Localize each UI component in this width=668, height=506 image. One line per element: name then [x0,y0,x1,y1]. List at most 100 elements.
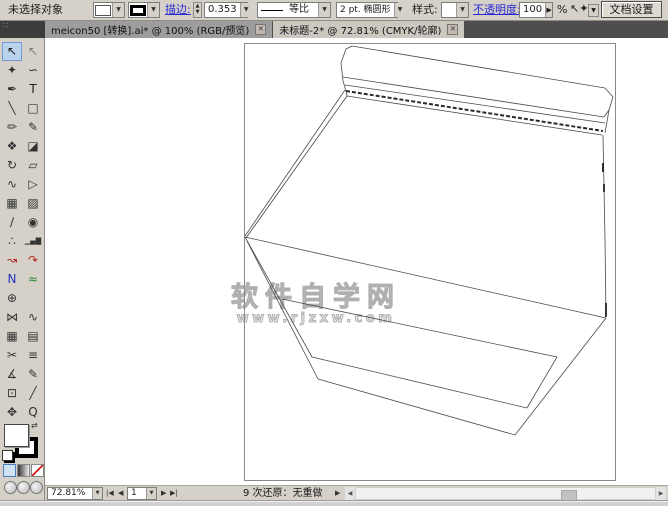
curve-plugin-tool[interactable]: ↷ [23,251,43,270]
style-dropdown[interactable]: ▼ [441,2,469,18]
gradient-mode-button[interactable] [17,464,30,477]
watermark-text: 软件自学网 [231,284,401,312]
swap-fill-stroke-icon[interactable]: ⇄ [31,421,38,430]
stroke-profile-preview-icon [261,10,283,11]
blend-tool[interactable]: ◉ [23,213,43,232]
measure-tool[interactable]: ∡ [2,365,22,384]
default-fill-stroke-icon[interactable] [2,450,13,461]
stroke-color-dropdown[interactable]: ▼ [128,2,160,18]
chevron-down-icon: ▼ [240,3,252,17]
eraser-tool[interactable]: ◪ [23,137,43,156]
column-list-tool[interactable]: ≡ [23,346,43,365]
reshape-plugin-tool[interactable]: ↝ [2,251,22,270]
paintbrush-tool[interactable]: ✏ [2,118,22,137]
fill-indicator[interactable] [4,424,29,447]
brush-dropdown[interactable]: 2 pt. 椭圆形 ▼ [336,2,398,18]
knife-tool[interactable]: ╱ [23,384,43,403]
scissors-tool[interactable]: ✂ [2,346,22,365]
warp-tool[interactable]: ∿ [23,308,43,327]
select-similar-icon[interactable]: ↖✦ [570,2,588,16]
opacity-value: 100 [520,3,545,17]
wireframe-segment [603,135,606,317]
gradient-tool[interactable]: ▨ [23,194,43,213]
blob-brush-tool[interactable]: ❖ [2,137,22,156]
first-artboard-icon[interactable]: |◀ [106,487,114,500]
select-similar-dropdown[interactable]: ▼ [588,4,599,17]
symbol-sprayer-tool[interactable]: ∴ [2,232,22,251]
scroll-left-icon[interactable]: ◀ [345,487,355,500]
scale-tool[interactable]: ▱ [23,156,43,175]
spinner-down-icon[interactable]: ▼ [194,9,201,15]
wireframe-segment [346,91,603,131]
last-artboard-icon[interactable]: ▶| [170,487,178,500]
status-menu-icon[interactable]: ▶ [335,487,340,500]
pen-tool[interactable]: ✒ [2,80,22,99]
canvas[interactable]: 软件自学网 www.rjzxw.com [45,38,668,485]
next-artboard-icon[interactable]: ▶ [161,487,166,500]
spinner-right-icon[interactable]: ▶ [545,3,552,17]
eyedropper-tool[interactable]: ∕ [2,213,22,232]
free-transform-tool[interactable]: ▷ [23,175,43,194]
artboard-border [245,44,616,481]
wireframe-segment [604,88,613,117]
toolbox-panel-header[interactable]: ∷ [0,21,45,38]
chevron-down-icon: ▼ [147,3,159,17]
stroke-profile-dropdown[interactable]: 等比 ▼ [257,2,331,18]
fill-swatch-icon [95,5,111,16]
artboard-number-value: 1 [128,487,140,500]
close-icon[interactable]: ✕ [447,24,458,35]
hand-tool[interactable]: ✥ [2,403,22,422]
document-setup-button[interactable]: 文档设置 [601,1,662,18]
zoom-tool[interactable]: Q [23,403,43,422]
fill-color-dropdown[interactable]: ▼ [93,2,125,18]
artboard-number-combobox[interactable]: 1 ▼ [127,487,157,500]
envelope-tool[interactable]: ⋈ [2,308,22,327]
watermark-url: www.rjzxw.com [231,312,401,326]
wireframe-segment [345,85,605,123]
status-bar: 72.81% ▼ |◀ ◀ 1 ▼ ▶ ▶| 9 次还原：无重做 ▶ ◀ ▶ [45,485,668,500]
stroke-weight-combobox[interactable]: 0.353 ▼ [204,2,248,18]
graph-tool[interactable]: ▁▄▇ [23,232,43,251]
live-paint-tool[interactable]: ✎ [23,365,43,384]
zoom-level-combobox[interactable]: 72.81% ▼ [47,487,103,500]
document-tab-untitled2[interactable]: 未标题-2* @ 72.81% (CMYK/轮廓) ✕ [273,21,464,38]
artboard-tool[interactable]: ⊕ [2,289,22,308]
opacity-panel-link[interactable]: 不透明度: [473,3,521,17]
stroke-weight-stepper[interactable]: ▲ ▼ [193,2,202,18]
wireframe-segment [245,90,345,236]
control-bar: 未选择对象 ▼ ▼ 描边: ▲ ▼ 0.353 ▼ 等比 ▼ 2 pt. 椭圆形… [0,0,668,21]
chevron-down-icon: ▼ [112,3,124,17]
width-tool[interactable]: ∿ [2,175,22,194]
print-tiling-tool[interactable]: ▤ [23,327,43,346]
wave-plugin-tool[interactable]: ≈ [23,270,43,289]
line-segment-tool[interactable]: ╲ [2,99,22,118]
close-icon[interactable]: ✕ [255,24,266,35]
previous-artboard-icon[interactable]: ◀ [118,487,123,500]
scroll-right-icon[interactable]: ▶ [656,487,666,500]
rotate-tool[interactable]: ↻ [2,156,22,175]
n-curve-plugin-tool[interactable]: N [2,270,22,289]
stroke-panel-link[interactable]: 描边: [165,3,191,17]
pencil-tool[interactable]: ✎ [23,118,43,137]
horizontal-scrollbar[interactable] [355,487,656,500]
mesh-tool[interactable]: ▦ [2,194,22,213]
tab-label: meicon50 [转换].ai* @ 100% (RGB/预览) [51,22,249,37]
crop-area-tool[interactable]: ⊡ [2,384,22,403]
fullscreen-menu-mode-button[interactable] [17,481,30,494]
magic-wand-tool[interactable]: ✦ [2,61,22,80]
normal-screen-mode-button[interactable] [4,481,17,494]
selection-tool[interactable]: ↖ [2,42,22,61]
perspective-grid-tool[interactable]: ▦ [2,327,22,346]
none-mode-button[interactable] [31,464,44,477]
wireframe-segment [247,241,318,379]
lasso-tool[interactable]: ∽ [23,61,43,80]
chevron-down-icon: ▼ [394,3,406,17]
rectangle-tool[interactable]: □ [23,99,43,118]
opacity-combobox[interactable]: 100 ▶ [519,2,553,18]
stroke-swatch-icon [130,5,146,16]
color-mode-button[interactable] [3,464,16,477]
fullscreen-mode-button[interactable] [30,481,43,494]
document-tab-meicon50[interactable]: meicon50 [转换].ai* @ 100% (RGB/预览) ✕ [45,21,272,38]
direct-selection-tool[interactable]: ↖ [23,42,43,61]
type-tool[interactable]: T [23,80,43,99]
